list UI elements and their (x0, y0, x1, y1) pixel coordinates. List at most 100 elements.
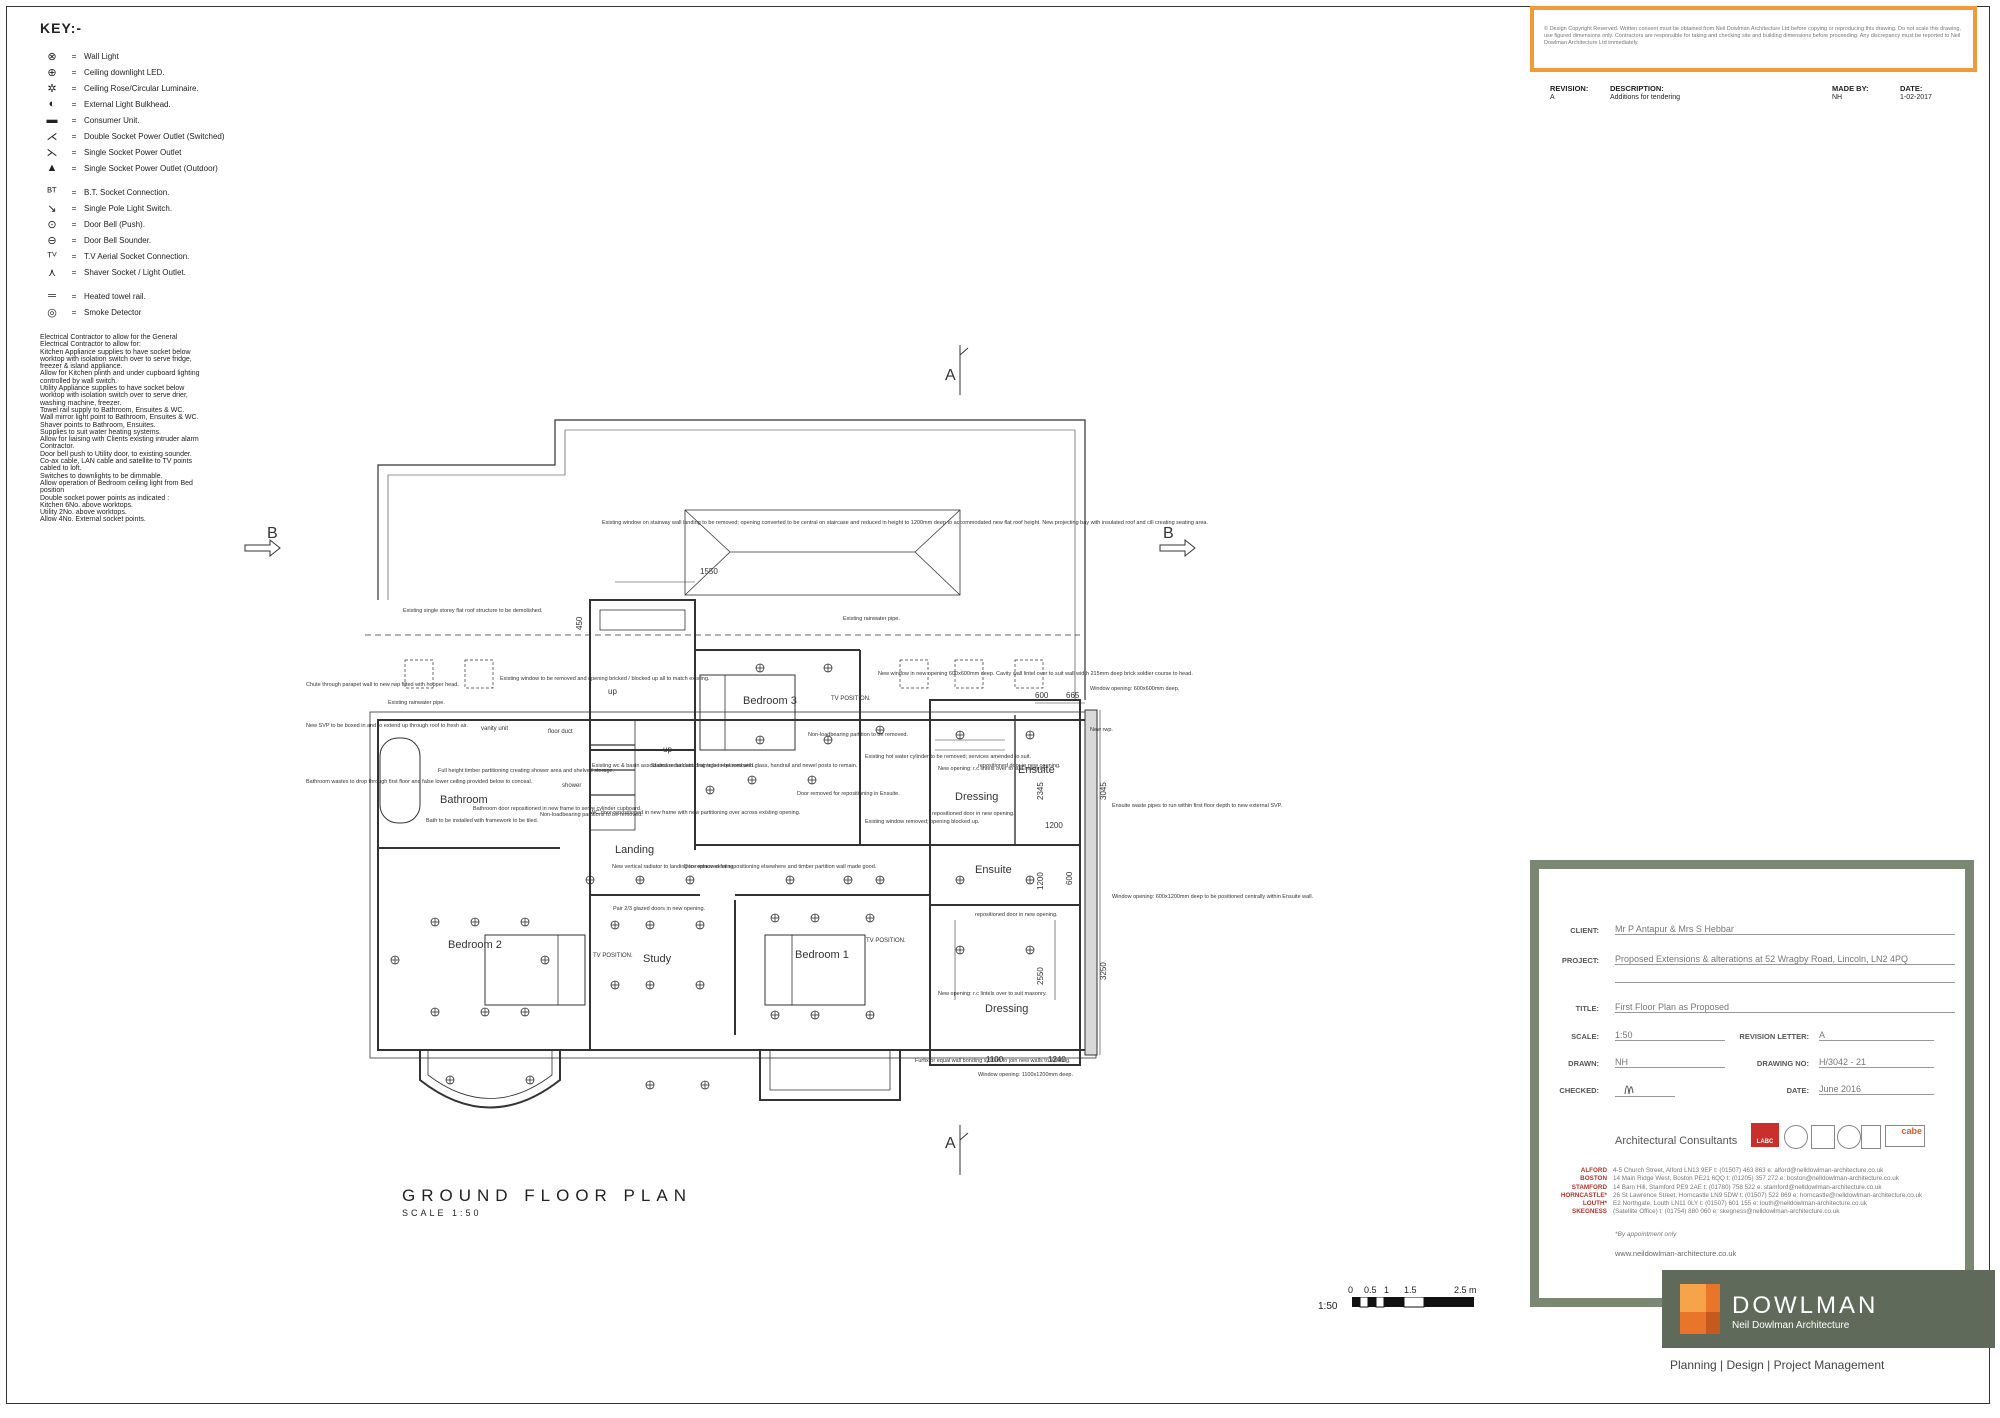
office-details: E2 Northgate, Louth LN11 0LY t: (01507) … (1613, 1200, 1867, 1208)
office-details: 26 St Lawrence Street, Horncastle LN9 5D… (1613, 1191, 1923, 1199)
annotation-6: New SVP to be boxed in and to extend up … (306, 723, 468, 729)
annotation-29: Door removed for repositioning elsewhere… (684, 864, 877, 870)
scale-value: 1:50 (1615, 1030, 1725, 1041)
annotation-14: Staircase balustrading to be replaced wi… (651, 763, 858, 769)
drawn-label: DRAWN: (1568, 1059, 1599, 1068)
scale-bar-graphic (1352, 1297, 1474, 1308)
annotation-19: Existing window removed; opening blocked… (865, 819, 980, 825)
dim-665: 665 (1066, 691, 1080, 700)
room-landing: Landing (615, 844, 654, 856)
section-b-right-label: B (1163, 525, 1174, 542)
office-town: LOUTH* (1582, 1200, 1607, 1208)
room-bedroom-3: Bedroom 3 (743, 695, 797, 707)
consultants-label: Architectural Consultants (1615, 1135, 1738, 1147)
annotation-16: Non-loadbearing partition to be removed. (808, 732, 908, 738)
date-cell: 1-02-2017 (1900, 94, 1932, 101)
client-label: CLIENT: (1570, 926, 1599, 935)
room-bedroom-2: Bedroom 2 (448, 939, 502, 951)
annotation-7: Bathroom wastes to drop through first fl… (306, 779, 533, 785)
office-town: SKEGNESS (1572, 1208, 1607, 1216)
annotation-4: Existing rainwater pipe. (843, 616, 900, 622)
labc-badge: LABC (1751, 1123, 1779, 1147)
project-value: Proposed Extensions & alterations at 52 … (1615, 954, 1955, 965)
tv-position-label-2: TV POSITION. (593, 953, 633, 959)
date-header: DATE: (1900, 84, 1923, 93)
accreditation-badge-1 (1784, 1125, 1808, 1149)
room-bedroom-1: Bedroom 1 (795, 949, 849, 961)
appointment-note: *By appointment only (1615, 1231, 1677, 1238)
drawing-title-value: First Floor Plan as Proposed (1615, 1002, 1955, 1013)
scale-tick-label: 2.5 m (1454, 1285, 1477, 1295)
scale-bar-ratio: 1:50 (1318, 1301, 1338, 1312)
stair-up-label-1: up (608, 687, 617, 696)
vanity-label: vanity unit (481, 726, 508, 732)
office-town: BOSTON (1580, 1175, 1607, 1183)
annotation-20: New window in new opening 600x600mm deep… (878, 671, 1193, 677)
office-address: LOUTH* E2 Northgate, Louth LN11 0LY t: (0… (1539, 1200, 1922, 1208)
annotation-8: Existing window to be removed and openin… (500, 676, 710, 682)
floor-duct-label: floor duct (548, 729, 573, 735)
annotation-3: Existing rainwater pipe. (388, 700, 445, 706)
annotation-5: Chute through parapet wall to new rwp fi… (306, 682, 459, 688)
checked-signature (1615, 1076, 1675, 1097)
dim-3045: 3045 (1099, 782, 1108, 800)
made-by-cell: NH (1832, 94, 1843, 101)
office-address: HORNCASTLE* 26 St Lawrence Street, Hornca… (1539, 1192, 1922, 1200)
office-address: ALFORD 4-5 Church Street, Alford LN13 9EF… (1539, 1167, 1922, 1175)
plan-title: GROUND FLOOR PLAN (402, 1186, 692, 1205)
dim-2345: 2345 (1036, 782, 1045, 800)
section-a-top-label: A (945, 367, 956, 384)
description-cell: Additions for tendering (1610, 94, 1681, 101)
copyright-text: © Design Copyright Reserved. Written con… (1544, 26, 1961, 46)
made-by-header: MADE BY: (1832, 84, 1869, 93)
dim-600-vert: 600 (1065, 871, 1074, 885)
annotation-15: WC door repositioned in new frame with n… (590, 810, 801, 816)
annotation-1: Existing window on stairway wall landing… (602, 520, 1208, 526)
scale-label: SCALE: (1571, 1032, 1599, 1041)
drawing-title-label: TITLE: (1575, 1004, 1599, 1013)
accreditation-badge-4 (1861, 1125, 1881, 1149)
plan-scale: SCALE 1:50 (402, 1208, 482, 1218)
stair-up-label-2: up (663, 745, 672, 754)
scale-tick-label: 1.5 (1404, 1285, 1417, 1295)
office-details: (Satellite Office) t: (01754) 880 060 e:… (1613, 1208, 1840, 1216)
office-details: 4-5 Church Street, Alford LN13 9EF t: (0… (1613, 1167, 1884, 1174)
room-bathroom: Bathroom (440, 794, 488, 806)
annotation-31: repositioned door in new opening. (975, 912, 1058, 918)
annotation-9: Full height timber partitioning creating… (438, 768, 615, 774)
dim-450: 450 (575, 616, 584, 630)
date-value: June 2016 (1819, 1084, 1934, 1095)
title-block: CLIENT: Mr P Antapur & Mrs S Hebbar PROJ… (1530, 860, 1974, 1307)
annotation-21: Window opening: 600x600mm deep. (1090, 686, 1180, 692)
revision-letter-label: REVISION LETTER: (1739, 1032, 1809, 1041)
annotation-24: repositioned door in new opening. (932, 811, 1015, 817)
office-address: BOSTON 14 Main Ridge West, Boston PE21 6Q… (1539, 1175, 1922, 1183)
logo-name: DOWLMAN (1732, 1292, 1879, 1319)
revision-letter-value: A (1819, 1030, 1934, 1041)
accreditation-badge-2 (1811, 1125, 1835, 1149)
tv-position-label-1: TV POSITION. (831, 696, 871, 702)
annotation-33: Furfix or equal wall bonding system to j… (915, 1058, 1071, 1064)
office-details: 14 Barn Hill, Stamford PE9 2AE t: (01780… (1613, 1183, 1882, 1191)
dim-1200-vert: 1200 (1036, 872, 1045, 890)
revision-cell: A (1550, 94, 1555, 101)
annotation-27: Window opening: 600x1200mm deep to be po… (1112, 894, 1314, 900)
project-value-line2 (1615, 974, 1955, 983)
annotation-18: Existing hot water cylinder to be remove… (865, 754, 1031, 760)
drawing-no-value: H/3042 - 21 (1819, 1057, 1934, 1068)
annotation-10: Bath to be installed with framework to b… (426, 818, 539, 824)
dowlman-logo: DOWLMAN Neil Dowlman Architecture (1662, 1270, 1995, 1348)
section-a-bottom-label: A (945, 1135, 956, 1152)
shower-label: shower (562, 783, 581, 789)
revision-header: REVISION: (1550, 84, 1589, 93)
section-b-left-label: B (267, 525, 278, 542)
scale-tick-label: 0 (1348, 1285, 1354, 1295)
drawn-value: NH (1615, 1057, 1725, 1068)
website-link[interactable]: www.neildowlman-architecture.co.uk (1615, 1249, 1736, 1258)
dim-1550: 1550 (700, 567, 718, 576)
dim-1200: 1200 (1045, 821, 1063, 830)
annotation-25: New rwp. (1090, 727, 1113, 733)
room-study: Study (643, 953, 672, 965)
services-tagline: Planning | Design | Project Management (1670, 1358, 1885, 1372)
tv-position-label-3: TV POSITION. (866, 938, 906, 944)
